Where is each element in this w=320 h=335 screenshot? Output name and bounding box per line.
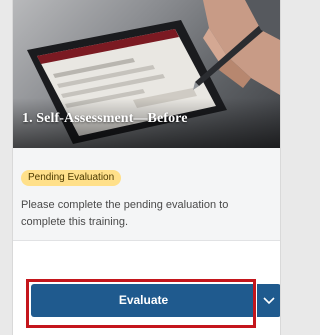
card-actions: Evaluate — [13, 241, 280, 335]
card-image: 1. Self-Assessment—Before — [13, 0, 280, 148]
card-description: Please complete the pending evaluation t… — [21, 199, 229, 228]
card-title: 1. Self-Assessment—Before — [22, 111, 188, 126]
chevron-down-icon — [263, 297, 275, 305]
evaluate-options-dropdown[interactable] — [257, 284, 280, 317]
card-body: Pending Evaluation Please complete the p… — [13, 148, 280, 241]
status-badge: Pending Evaluation — [21, 170, 122, 186]
evaluate-button[interactable]: Evaluate — [31, 284, 256, 317]
training-card: 1. Self-Assessment—Before Pending Evalua… — [12, 0, 281, 335]
